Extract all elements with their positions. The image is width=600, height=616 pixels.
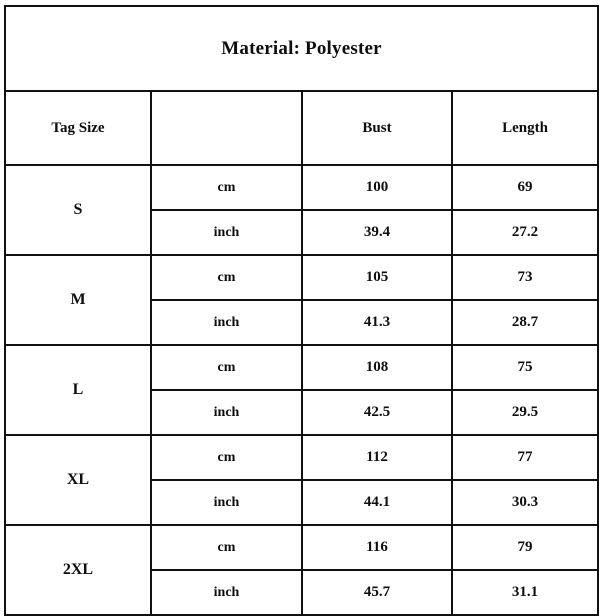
- length-cm-value: 69: [450, 164, 600, 211]
- table-row: L cm 108 75: [4, 344, 600, 436]
- length-inch-value: 30.3: [450, 479, 600, 526]
- length-cm-value: 77: [450, 434, 600, 481]
- bust-inch-value: 45.7: [301, 569, 453, 616]
- material-title: Material: Polyester: [3, 5, 600, 92]
- table-row: 2XL cm 116 79: [4, 524, 600, 616]
- header-tag-size: Tag Size: [4, 90, 152, 166]
- length-cm-value: 73: [450, 254, 600, 301]
- header-unit: [150, 90, 303, 166]
- length-cm-value: 79: [450, 524, 600, 571]
- length-inch-value: 29.5: [450, 389, 600, 436]
- bust-cm-value: 116: [301, 524, 453, 571]
- size-label-2xl: 2XL: [4, 524, 152, 616]
- unit-label-cm: cm: [150, 164, 303, 211]
- header-length: Length: [450, 90, 600, 166]
- unit-label-inch: inch: [150, 209, 303, 256]
- header-row: Tag Size Bust Length: [4, 90, 600, 166]
- unit-label-inch: inch: [150, 299, 303, 346]
- header-bust: Bust: [301, 90, 453, 166]
- table-row: M cm 105 73: [4, 254, 600, 346]
- length-inch-value: 28.7: [450, 299, 600, 346]
- table-row: S cm 100 69: [4, 164, 600, 256]
- bust-inch-value: 39.4: [301, 209, 453, 256]
- bust-inch-value: 42.5: [301, 389, 453, 436]
- unit-label-inch: inch: [150, 389, 303, 436]
- length-inch-value: 27.2: [450, 209, 600, 256]
- length-inch-value: 31.1: [450, 569, 600, 616]
- title-row: Material: Polyester: [3, 5, 600, 92]
- unit-label-inch: inch: [150, 479, 303, 526]
- bust-inch-value: 44.1: [301, 479, 453, 526]
- size-chart-table: Material: Polyester Tag Size Bust Length…: [3, 5, 600, 616]
- bust-cm-value: 100: [301, 164, 453, 211]
- unit-label-inch: inch: [150, 569, 303, 616]
- unit-label-cm: cm: [150, 254, 303, 301]
- unit-label-cm: cm: [150, 524, 303, 571]
- size-label-xl: XL: [4, 434, 152, 526]
- bust-cm-value: 108: [301, 344, 453, 391]
- unit-label-cm: cm: [150, 344, 303, 391]
- bust-cm-value: 112: [301, 434, 453, 481]
- length-cm-value: 75: [450, 344, 600, 391]
- size-label-m: M: [4, 254, 152, 346]
- size-label-s: S: [4, 164, 152, 256]
- unit-label-cm: cm: [150, 434, 303, 481]
- table-row: XL cm 112 77: [4, 434, 600, 526]
- size-chart-root: Material: Polyester Tag Size Bust Length…: [0, 0, 600, 616]
- bust-inch-value: 41.3: [301, 299, 453, 346]
- size-label-l: L: [4, 344, 152, 436]
- bust-cm-value: 105: [301, 254, 453, 301]
